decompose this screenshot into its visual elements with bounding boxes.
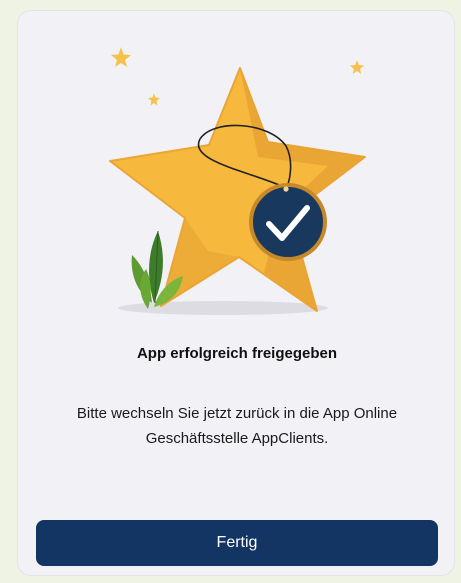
illustration-canvas xyxy=(109,47,366,315)
success-dialog: App erfolgreich freigegeben Bitte wechse… xyxy=(17,10,455,576)
star-shadow xyxy=(118,301,328,315)
success-illustration xyxy=(18,11,454,331)
checkmark-medal-icon xyxy=(249,183,327,261)
dialog-title: App erfolgreich freigegeben xyxy=(136,345,338,362)
dialog-message: Bitte wechseln Sie jetzt zurück in die A… xyxy=(76,405,398,447)
sparkle-star-icon xyxy=(111,47,131,67)
sparkle-star-icon xyxy=(350,60,364,74)
sparkle-star-icon xyxy=(148,93,160,106)
done-button[interactable]: Fertig xyxy=(36,520,438,566)
